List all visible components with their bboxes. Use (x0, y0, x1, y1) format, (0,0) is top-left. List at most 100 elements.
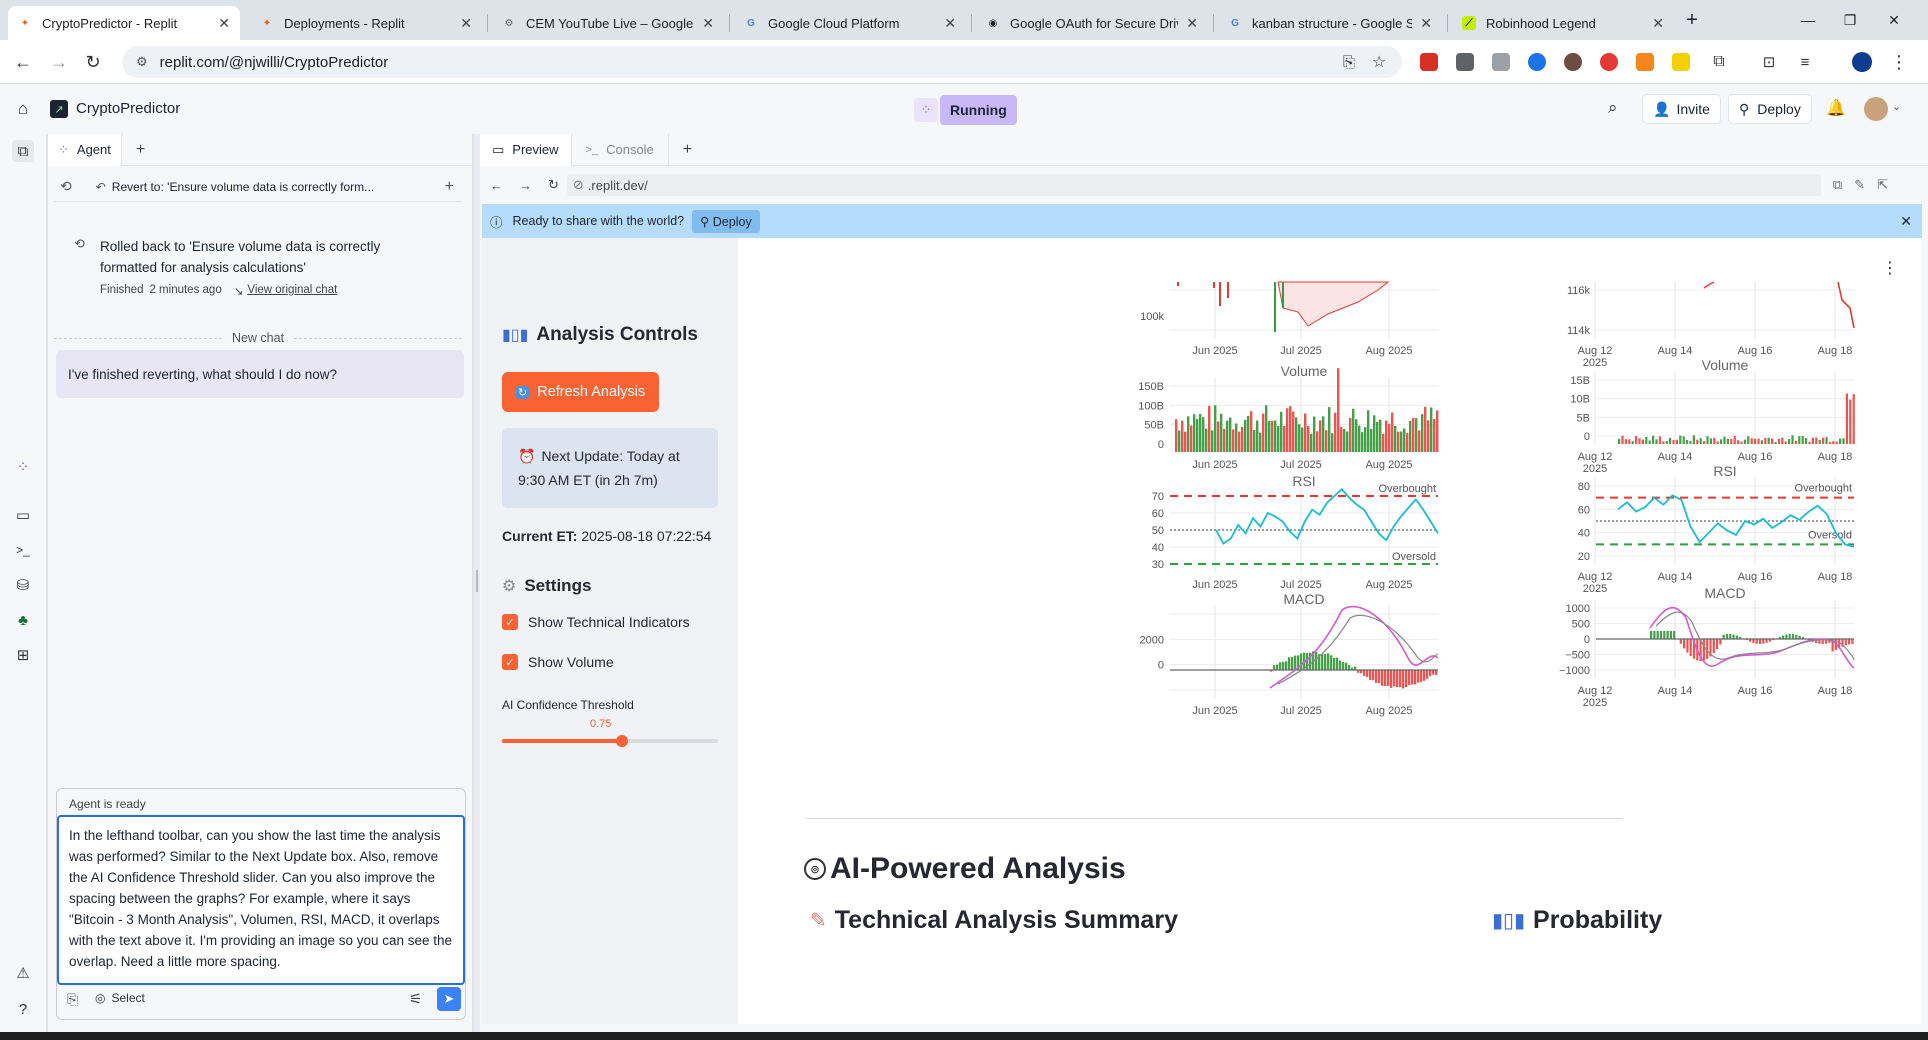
settings-sliders-icon[interactable]: ⚟ (409, 990, 422, 1008)
agent-input-field[interactable]: In the lefthand toolbar, can you show th… (57, 815, 465, 985)
deploy-button[interactable]: ⚲ Deploy (1728, 94, 1812, 124)
wrench-icon[interactable]: ✎ (1854, 177, 1865, 193)
reload-icon[interactable]: ↻ (548, 177, 559, 193)
chevron-down-icon[interactable]: ⌄ (1892, 100, 1901, 113)
refresh-analysis-button[interactable]: ↻ Refresh Analysis (502, 372, 660, 412)
console-icon[interactable]: >_ (12, 539, 34, 561)
kebab-menu-icon[interactable]: ⋮ (1882, 258, 1898, 278)
show-volume-checkbox-row[interactable]: ✓ Show Volume (502, 654, 614, 670)
reload-icon[interactable]: ↻ (80, 50, 106, 74)
checkbox-checked-icon[interactable]: ✓ (502, 614, 518, 630)
home-icon[interactable]: ⌂ (12, 98, 34, 120)
banner-deploy-button[interactable]: ⚲ Deploy (692, 209, 760, 233)
confidence-slider-track[interactable] (502, 735, 718, 747)
checkbox-checked-icon[interactable]: ✓ (502, 654, 518, 670)
extension-red-icon[interactable] (1420, 53, 1438, 71)
forward-arrow-icon[interactable]: → (519, 178, 532, 193)
preview-icon[interactable]: ▭ (12, 504, 34, 526)
extensions-puzzle-icon[interactable]: ⧉ (1706, 50, 1732, 74)
search-icon[interactable]: ⌕ (1608, 98, 1618, 118)
files-icon[interactable]: ⧉ (12, 140, 34, 162)
site-info-icon[interactable]: ⚙ (136, 54, 148, 70)
alerts-icon[interactable]: ⚠ (12, 962, 34, 984)
running-status-badge[interactable]: Running (940, 95, 1017, 125)
macd-histogram-bar (1285, 661, 1288, 670)
address-bar[interactable]: ⚙ replit.com/@njwilli/CryptoPredictor (122, 46, 1402, 78)
install-app-icon[interactable]: ⎘ (1336, 50, 1362, 74)
extension-yellow-icon[interactable] (1672, 53, 1690, 71)
browser-tab-google-cloud[interactable]: G Google Cloud Platform ✕ (734, 6, 966, 40)
macd-histogram-bar (1755, 639, 1758, 644)
browser-tab-kanban[interactable]: G kanban structure - Google Sear ✕ (1218, 6, 1442, 40)
devtools-icon[interactable]: ⧉ (1833, 177, 1842, 193)
send-button[interactable]: ➤ (437, 987, 461, 1011)
attach-icon[interactable]: ⎘ (67, 991, 78, 1008)
tab-console[interactable]: >_ Console (572, 133, 669, 166)
bookmark-star-icon[interactable]: ☆ (1366, 50, 1392, 74)
back-arrow-icon[interactable]: ← (10, 50, 36, 74)
add-tab-button[interactable]: + (136, 141, 145, 159)
view-original-chat-link[interactable]: View original chat (247, 284, 337, 298)
notifications-bell-icon[interactable]: 🔔 (1826, 98, 1846, 118)
browser-tab-google-oauth[interactable]: ◉ Google OAuth for Secure Drive ✕ (976, 6, 1208, 40)
volume-bar (1436, 410, 1439, 452)
agent-panel: ⁘ Agent + ⟲ ↶ Revert to: 'Ensure volume … (48, 133, 472, 1040)
secrets-icon[interactable]: ♣ (12, 609, 34, 631)
revert-bar[interactable]: ⟲ ↶ Revert to: 'Ensure volume data is co… (54, 172, 462, 202)
macd-histogram-bar (1408, 670, 1411, 685)
extension-blue-icon[interactable] (1528, 53, 1546, 71)
close-icon[interactable]: ✕ (1652, 15, 1664, 32)
macd-histogram-bar (1339, 660, 1342, 670)
tab-search-icon[interactable]: ⊡ (1756, 50, 1782, 74)
close-icon[interactable]: ✕ (218, 15, 230, 32)
x-tick-label: Jun 2025 (1192, 579, 1237, 591)
browser-tab-cem-youtube[interactable]: ⚙ CEM YouTube Live – Google Clo ✕ (492, 6, 724, 40)
extension-code-icon[interactable] (1492, 53, 1510, 71)
close-window-button[interactable]: ✕ (1866, 0, 1922, 40)
close-icon[interactable]: ✕ (1420, 15, 1432, 32)
user-avatar[interactable] (1864, 97, 1888, 121)
media-control-icon[interactable]: ≡ (1792, 50, 1818, 74)
macd-histogram-bar (1324, 654, 1327, 670)
close-icon[interactable]: ✕ (944, 15, 956, 32)
volume-bar (1675, 439, 1678, 444)
invite-button[interactable]: 👤 Invite (1642, 94, 1721, 124)
preview-url-field[interactable]: ⊘ .replit.dev/ (566, 174, 1821, 196)
help-icon[interactable]: ? (12, 998, 34, 1020)
browser-tab-robinhood[interactable]: ⟋ Robinhood Legend ✕ (1452, 6, 1674, 40)
database-icon[interactable]: ⛁ (12, 574, 34, 596)
add-icon[interactable]: + (445, 178, 454, 196)
panel-title: MACD (1704, 585, 1745, 601)
browser-tab-cryptopredictor[interactable]: ✦ CryptoPredictor - Replit ✕ (8, 6, 240, 40)
volume-bar (1319, 420, 1322, 452)
volume-bar (1331, 433, 1334, 452)
agent-icon[interactable]: ⁘ (12, 456, 34, 478)
adblock-icon[interactable] (1600, 53, 1618, 71)
close-banner-icon[interactable]: ✕ (1900, 213, 1912, 230)
all-tools-icon[interactable]: ⊞ (12, 644, 34, 666)
forward-arrow-icon[interactable]: → (46, 50, 72, 74)
new-tab-button[interactable]: + (1664, 0, 1720, 40)
select-button[interactable]: ◎ Select (95, 991, 145, 1005)
close-icon[interactable]: ✕ (702, 15, 714, 32)
back-arrow-icon[interactable]: ← (490, 178, 503, 193)
section-divider (806, 818, 1622, 819)
extension-video-icon[interactable] (1456, 53, 1474, 71)
close-icon[interactable]: ✕ (1186, 15, 1198, 32)
open-new-tab-icon[interactable]: ⇱ (1877, 177, 1888, 193)
volume-bar (1825, 437, 1828, 444)
metamask-icon[interactable] (1636, 53, 1654, 71)
slider-thumb[interactable] (615, 735, 628, 747)
history-icon[interactable]: ⟲ (60, 178, 72, 195)
project-name[interactable]: CryptoPredictor (76, 100, 180, 117)
browser-menu-icon[interactable]: ⋮ (1886, 50, 1912, 74)
x-tick-label: Aug 14 (1658, 685, 1693, 697)
close-icon[interactable]: ✕ (460, 15, 472, 32)
tab-preview[interactable]: ▭ Preview (480, 133, 572, 166)
add-tab-button[interactable]: + (683, 141, 692, 159)
profile-avatar[interactable] (1852, 52, 1872, 72)
tab-agent[interactable]: ⁘ Agent (48, 133, 122, 166)
browser-tab-deployments[interactable]: ✦ Deployments - Replit ✕ (250, 6, 482, 40)
show-indicators-checkbox-row[interactable]: ✓ Show Technical Indicators (502, 614, 690, 630)
extension-owl-icon[interactable] (1564, 53, 1582, 71)
